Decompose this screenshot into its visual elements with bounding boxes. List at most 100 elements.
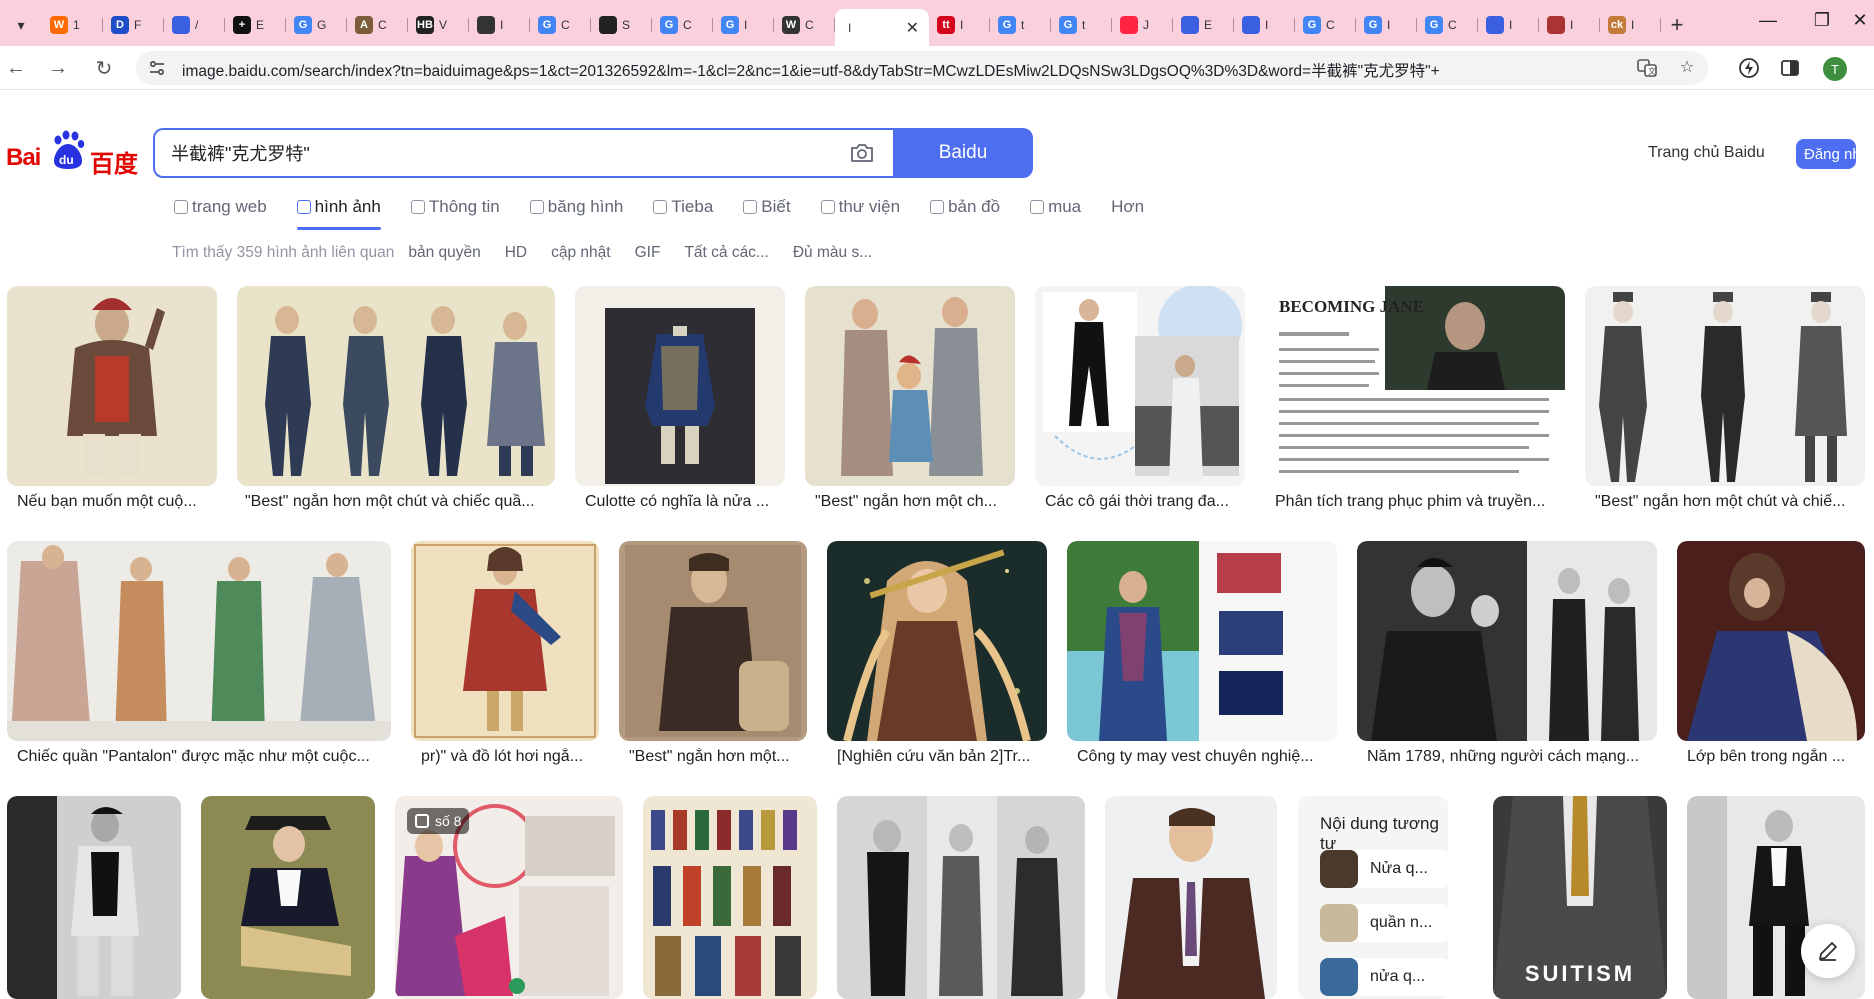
filter-update[interactable]: cập nhật — [551, 244, 610, 262]
result-image-9[interactable] — [411, 541, 599, 741]
result-image-8[interactable] — [7, 541, 391, 741]
browser-tab[interactable]: + E — [225, 9, 286, 41]
browser-tab[interactable]: I — [1539, 9, 1600, 41]
extensions-icon[interactable] — [1737, 57, 1761, 81]
result-caption-10[interactable]: "Best" ngắn hơn một... — [629, 748, 801, 766]
tab-video[interactable]: băng hình — [529, 194, 623, 220]
result-image-13[interactable] — [1357, 541, 1657, 741]
result-image-10[interactable] — [619, 541, 807, 741]
browser-tab[interactable]: GC — [1295, 9, 1356, 41]
close-window-icon[interactable]: ✕ — [1848, 10, 1872, 31]
forward-icon[interactable]: → — [44, 54, 72, 82]
result-image-20[interactable] — [1105, 796, 1277, 999]
result-image-7[interactable] — [1585, 286, 1865, 486]
similar-item-3[interactable]: nửa q... — [1320, 958, 1450, 996]
result-image-17[interactable]: số 8 — [395, 796, 623, 999]
result-image-3[interactable] — [575, 286, 785, 486]
result-image-4[interactable] — [805, 286, 1015, 486]
browser-tab[interactable]: GC — [530, 9, 591, 41]
result-caption-12[interactable]: Công ty may vest chuyên nghiệ... — [1077, 748, 1331, 766]
bookmark-star-icon[interactable]: ☆ — [1676, 57, 1698, 79]
result-caption-3[interactable]: Culotte có nghĩa là nửa ... — [585, 493, 779, 511]
result-image-12[interactable] — [1067, 541, 1337, 741]
tab-news[interactable]: Thông tin — [410, 194, 500, 220]
result-image-21[interactable]: SUITISM — [1493, 796, 1667, 999]
result-image-19[interactable] — [837, 796, 1085, 999]
browser-tab[interactable]: S — [591, 9, 652, 41]
browser-tab[interactable]: I — [1478, 9, 1539, 41]
tab-tieba[interactable]: Tieba — [653, 194, 713, 220]
result-caption-7[interactable]: "Best" ngắn hơn một chút và chiế... — [1595, 493, 1859, 511]
result-image-11[interactable] — [827, 541, 1047, 741]
tab-search-icon[interactable]: ▾ — [8, 12, 34, 38]
address-bar[interactable]: image.baidu.com/search/index?tn=baiduima… — [136, 51, 1708, 85]
tab-images[interactable]: hình ảnh — [296, 194, 382, 230]
filter-color[interactable]: Đủ màu s... — [793, 244, 872, 262]
result-caption-8[interactable]: Chiếc quần "Pantalon" được mặc như một c… — [17, 748, 385, 766]
site-info-icon[interactable] — [148, 59, 166, 77]
filter-copyright[interactable]: bản quyền — [408, 244, 480, 262]
browser-tab[interactable]: / — [164, 9, 225, 41]
browser-tab[interactable]: ck I — [1600, 9, 1661, 41]
result-caption-1[interactable]: Nếu bạn muốn một cuộ... — [17, 493, 211, 511]
result-caption-5[interactable]: Các cô gái thời trang đa... — [1045, 493, 1239, 511]
result-image-15[interactable] — [7, 796, 181, 999]
browser-tab[interactable]: GC — [1417, 9, 1478, 41]
filter-hd[interactable]: HD — [505, 244, 527, 262]
filter-size[interactable]: Tất cả các... — [684, 244, 768, 262]
browser-tab[interactable]: GC — [652, 9, 713, 41]
baidu-home-link[interactable]: Trang chủ Baidu — [1648, 144, 1765, 162]
filter-gif[interactable]: GIF — [635, 244, 661, 262]
browser-tab[interactable]: GI — [1356, 9, 1417, 41]
browser-tab[interactable]: J — [1112, 9, 1173, 41]
result-caption-2[interactable]: "Best" ngắn hơn một chút và chiếc quầ... — [245, 493, 549, 511]
result-image-16[interactable] — [201, 796, 375, 999]
browser-tab[interactable]: W1 — [42, 9, 103, 41]
login-button[interactable]: Đăng nhập — [1796, 139, 1856, 169]
tab-wenku[interactable]: thư viện — [820, 194, 900, 220]
url-text[interactable]: image.baidu.com/search/index?tn=baiduima… — [182, 59, 1602, 81]
browser-tab[interactable]: AC — [347, 9, 408, 41]
result-caption-4[interactable]: "Best" ngắn hơn một ch... — [815, 493, 1009, 511]
similar-item-2[interactable]: quần n... — [1320, 904, 1450, 942]
tab-web[interactable]: trang web — [174, 194, 267, 220]
search-button[interactable]: Baidu — [893, 128, 1033, 178]
new-tab-button[interactable]: + — [1661, 9, 1693, 41]
tab-more[interactable]: Hơn — [1111, 194, 1144, 220]
browser-tab[interactable]: I — [469, 9, 530, 41]
result-caption-13[interactable]: Năm 1789, những người cách mạng... — [1367, 748, 1651, 766]
result-image-1[interactable] — [7, 286, 217, 486]
tab-close-icon[interactable]: ✕ — [906, 18, 919, 38]
profile-avatar[interactable]: T — [1823, 57, 1847, 81]
browser-tab[interactable]: DF — [103, 9, 164, 41]
browser-tab[interactable]: GI — [713, 9, 774, 41]
result-caption-14[interactable]: Lớp bên trong ngắn ... — [1687, 748, 1859, 766]
minimize-icon[interactable]: — — [1748, 10, 1788, 31]
result-image-6[interactable]: BECOMING JANE — [1265, 286, 1565, 486]
reload-icon[interactable]: ↻ — [90, 54, 118, 82]
camera-icon[interactable] — [849, 142, 875, 164]
baidu-logo[interactable]: Bai du 百度 — [6, 130, 140, 178]
browser-tab[interactable]: I — [1234, 9, 1295, 41]
tab-zhidao[interactable]: Biết — [743, 194, 791, 220]
result-image-5[interactable] — [1035, 286, 1245, 486]
result-caption-9[interactable]: pr)" và đồ lót hơi ngắ... — [421, 748, 593, 766]
browser-tab[interactable]: WC — [774, 9, 835, 41]
side-panel-icon[interactable] — [1778, 57, 1802, 81]
result-image-2[interactable] — [237, 286, 555, 486]
browser-tab[interactable]: HB V — [408, 9, 469, 41]
result-caption-6[interactable]: Phân tích trang phục phim và truyền... — [1275, 493, 1559, 511]
tab-map[interactable]: bản đồ — [930, 194, 1000, 220]
browser-tab[interactable]: GG — [286, 9, 347, 41]
tab-shop[interactable]: mua — [1030, 194, 1081, 220]
result-caption-11[interactable]: [Nghiên cứu văn bản 2]Tr... — [837, 748, 1041, 766]
edit-fab[interactable] — [1801, 924, 1855, 978]
back-icon[interactable]: ← — [2, 54, 30, 82]
restore-icon[interactable]: ❐ — [1802, 10, 1842, 31]
search-input[interactable] — [171, 142, 831, 163]
result-image-14[interactable] — [1677, 541, 1865, 741]
translate-icon[interactable]: 文 — [1636, 57, 1658, 79]
browser-tab[interactable]: Gt — [990, 9, 1051, 41]
browser-tab[interactable]: E — [1173, 9, 1234, 41]
browser-tab[interactable]: tt I — [929, 9, 990, 41]
